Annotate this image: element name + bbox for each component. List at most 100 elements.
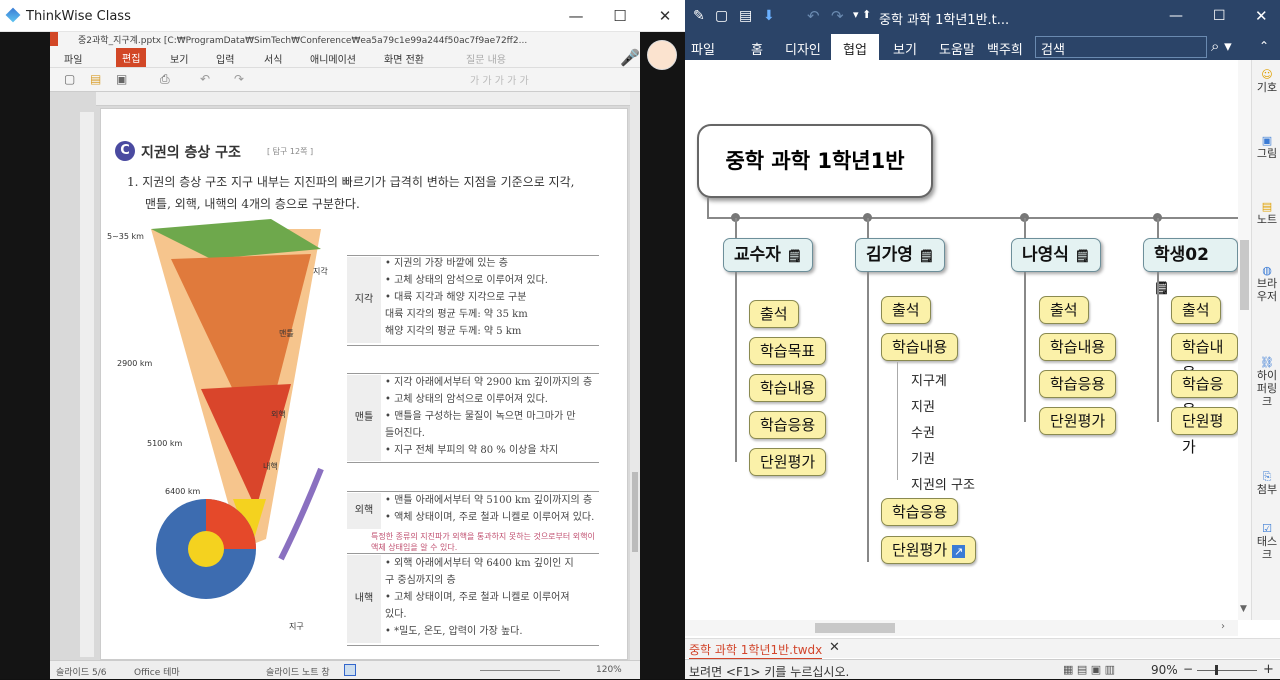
avatar[interactable] xyxy=(647,40,677,70)
table-rule xyxy=(347,645,599,646)
print-icon[interactable]: ⎙ xyxy=(160,72,170,87)
subtopic[interactable]: 단원평가 xyxy=(1039,407,1117,435)
scroll-right-icon[interactable]: › xyxy=(1221,621,1225,632)
notes-toggle[interactable]: 슬라이드 노트 창 xyxy=(266,665,330,678)
document-title: 중학 과학 1학년1반.t... xyxy=(879,13,1010,28)
new-doc-icon[interactable]: ▢ xyxy=(715,8,728,24)
zoom-out-button[interactable]: − xyxy=(1183,662,1193,676)
maximize-button[interactable]: ☐ xyxy=(600,4,640,28)
quick-access-dropdown-icon[interactable]: ▾ ⬆ xyxy=(853,8,871,21)
branch-topic[interactable]: 교수자 🗒 xyxy=(723,238,814,272)
sidebar-hyperlink[interactable]: ⛓ 하이퍼링크 xyxy=(1256,356,1278,408)
branch-topic[interactable]: 나영식 🗒 xyxy=(1011,238,1102,272)
subtopic[interactable]: 학습목표 xyxy=(749,337,827,365)
close-button[interactable]: ✕ xyxy=(1255,7,1268,25)
maximize-button[interactable]: ☐ xyxy=(1213,8,1226,24)
slide-counter: 슬라이드 5/6 xyxy=(56,668,107,678)
horizontal-scrollbar[interactable]: › xyxy=(685,620,1238,636)
close-tab-icon[interactable]: ✕ xyxy=(829,640,840,655)
search-input[interactable]: 검색 xyxy=(1035,36,1207,58)
subtopic[interactable]: 학습응용 xyxy=(749,411,827,439)
subtopic[interactable]: 학습내용 xyxy=(1171,333,1238,382)
menu-insert[interactable]: 입력 xyxy=(216,51,234,66)
close-button[interactable]: ✕ xyxy=(645,4,685,28)
subtopic[interactable]: 단원평가 ↗ xyxy=(881,536,977,564)
zoom-slider[interactable] xyxy=(1197,670,1257,671)
tab-home[interactable]: 홈 xyxy=(751,39,763,58)
status-bar: 보려면 <F1> 키를 누르십시오. ▦ ▤ ▣ ▥ 90% − + xyxy=(685,659,1280,679)
mindmap-canvas[interactable]: 중학 과학 1학년1반 교수자 🗒 출석 학습목표 학습내용 학습응용 단원평가… xyxy=(685,60,1238,620)
mindmap-title-bar: ✎ ▢ ▤ ⬇ ↶ ↷ ▾ ⬆ 중학 과학 1학년1반.t... — ☐ ✕ xyxy=(685,0,1280,34)
leaf-topic[interactable]: 지권의 구조 xyxy=(911,474,975,493)
subtopic[interactable]: 단원평가 xyxy=(1171,407,1238,456)
subtopic[interactable]: 학습내용 xyxy=(881,333,959,361)
menu-transition[interactable]: 화면 전환 xyxy=(384,51,424,66)
ppt-file-path: 중2과학_지구계.pptx [C:₩ProgramData₩SimTech₩Co… xyxy=(78,36,528,46)
subtopic[interactable]: 학습응용 xyxy=(881,498,959,526)
root-topic[interactable]: 중학 과학 1학년1반 xyxy=(697,124,933,198)
right-panel xyxy=(640,32,685,679)
subtopic[interactable]: 학습내용 xyxy=(1039,333,1117,361)
zoom-slider[interactable] xyxy=(480,670,560,671)
sidebar-image[interactable]: ▣ 그림 xyxy=(1256,134,1278,160)
branch-topic[interactable]: 김가영 🗒 xyxy=(855,238,946,272)
minimize-button[interactable]: — xyxy=(1169,8,1183,24)
redo-icon[interactable]: ↷ xyxy=(831,7,844,25)
save-icon[interactable]: ⬇ xyxy=(763,8,775,24)
sidebar-browser[interactable]: ◍ 브라우저 xyxy=(1256,264,1278,303)
open-folder-icon[interactable]: ▤ xyxy=(90,72,101,86)
tab-help[interactable]: 도움말 xyxy=(939,39,975,58)
subtopic[interactable]: 출석 xyxy=(881,296,931,324)
zoom-in-button[interactable]: + xyxy=(1263,662,1274,677)
vertical-scrollbar[interactable]: ▼ xyxy=(1238,60,1251,620)
subtopic[interactable]: 단원평가 xyxy=(749,448,827,476)
leaf-topic[interactable]: 수권 xyxy=(911,422,935,441)
leaf-topic[interactable]: 지권 xyxy=(911,396,935,415)
outer-core-note: 특정한 종류의 지진파가 외핵을 통과하지 못하는 것으로부터 외핵이 액체 상태… xyxy=(371,532,595,552)
pen-icon[interactable]: ✎ xyxy=(693,8,705,24)
depth-label-inner-core: 6400 km xyxy=(165,487,201,496)
tab-file[interactable]: 파일 xyxy=(691,39,715,58)
microphone-icon[interactable]: 🎤 xyxy=(620,48,640,67)
scroll-down-icon[interactable]: ▼ xyxy=(1240,604,1247,614)
subtopic[interactable]: 출석 xyxy=(749,300,799,328)
subtopic[interactable]: 학습내용 xyxy=(749,374,827,402)
leaf-topic[interactable]: 지구계 xyxy=(911,370,947,389)
open-icon[interactable]: ▤ xyxy=(739,8,752,24)
save-icon[interactable]: ▣ xyxy=(116,72,127,86)
undo-icon[interactable]: ↶ xyxy=(807,7,820,25)
tab-collaboration[interactable]: 협업 xyxy=(831,34,879,60)
tab-design[interactable]: 디자인 xyxy=(785,39,821,58)
menu-file[interactable]: 파일 xyxy=(64,51,82,66)
view-mode-icons[interactable]: ▦ ▤ ▣ ▥ xyxy=(1063,663,1115,676)
ribbon-collapse-icon[interactable]: ⌃ xyxy=(1259,39,1269,53)
ppt-scrollbar[interactable] xyxy=(630,92,640,662)
sidebar-symbol[interactable]: ☺ 기호 xyxy=(1256,68,1278,94)
ppt-logo-icon xyxy=(50,32,58,46)
redo-icon[interactable]: ↷ xyxy=(234,72,244,86)
undo-icon[interactable]: ↶ xyxy=(200,72,210,86)
subtopic[interactable]: 학습응용 xyxy=(1171,370,1238,419)
branch-topic[interactable]: 학생02 🗒 xyxy=(1143,238,1238,295)
sidebar-task[interactable]: ☑ 태스크 xyxy=(1256,522,1278,561)
menu-animation[interactable]: 애니메이션 xyxy=(310,51,356,66)
menu-edit[interactable]: 편집 xyxy=(116,48,147,67)
minimize-button[interactable]: — xyxy=(556,4,596,28)
zoom-slider-thumb[interactable] xyxy=(1215,665,1218,675)
new-file-icon[interactable]: ▢ xyxy=(64,72,75,86)
sidebar-note[interactable]: ▤ 노트 xyxy=(1256,200,1278,226)
tab-user[interactable]: 백주희 xyxy=(987,39,1023,58)
outer-core-text: • 맨틀 아래에서부터 약 5100 km 깊이까지의 층 • 액체 상태이며, … xyxy=(385,495,595,523)
question-input[interactable]: 질문 내용 xyxy=(466,51,506,66)
subtopic[interactable]: 출석 xyxy=(1039,296,1089,324)
tab-view[interactable]: 보기 xyxy=(893,39,917,58)
sidebar-attachment[interactable]: ⎘ 첨부 xyxy=(1256,470,1278,496)
subtopic[interactable]: 학습응용 xyxy=(1039,370,1117,398)
leaf-topic[interactable]: 기권 xyxy=(911,448,935,467)
search-icon[interactable]: ⌕ ▾ xyxy=(1211,37,1232,55)
menu-view[interactable]: 보기 xyxy=(170,51,188,66)
menu-format[interactable]: 서식 xyxy=(264,51,282,66)
normal-view-icon[interactable] xyxy=(344,664,356,676)
document-tab[interactable]: 중학 과학 1학년1반.twdx xyxy=(689,641,823,660)
subtopic[interactable]: 출석 xyxy=(1171,296,1221,324)
